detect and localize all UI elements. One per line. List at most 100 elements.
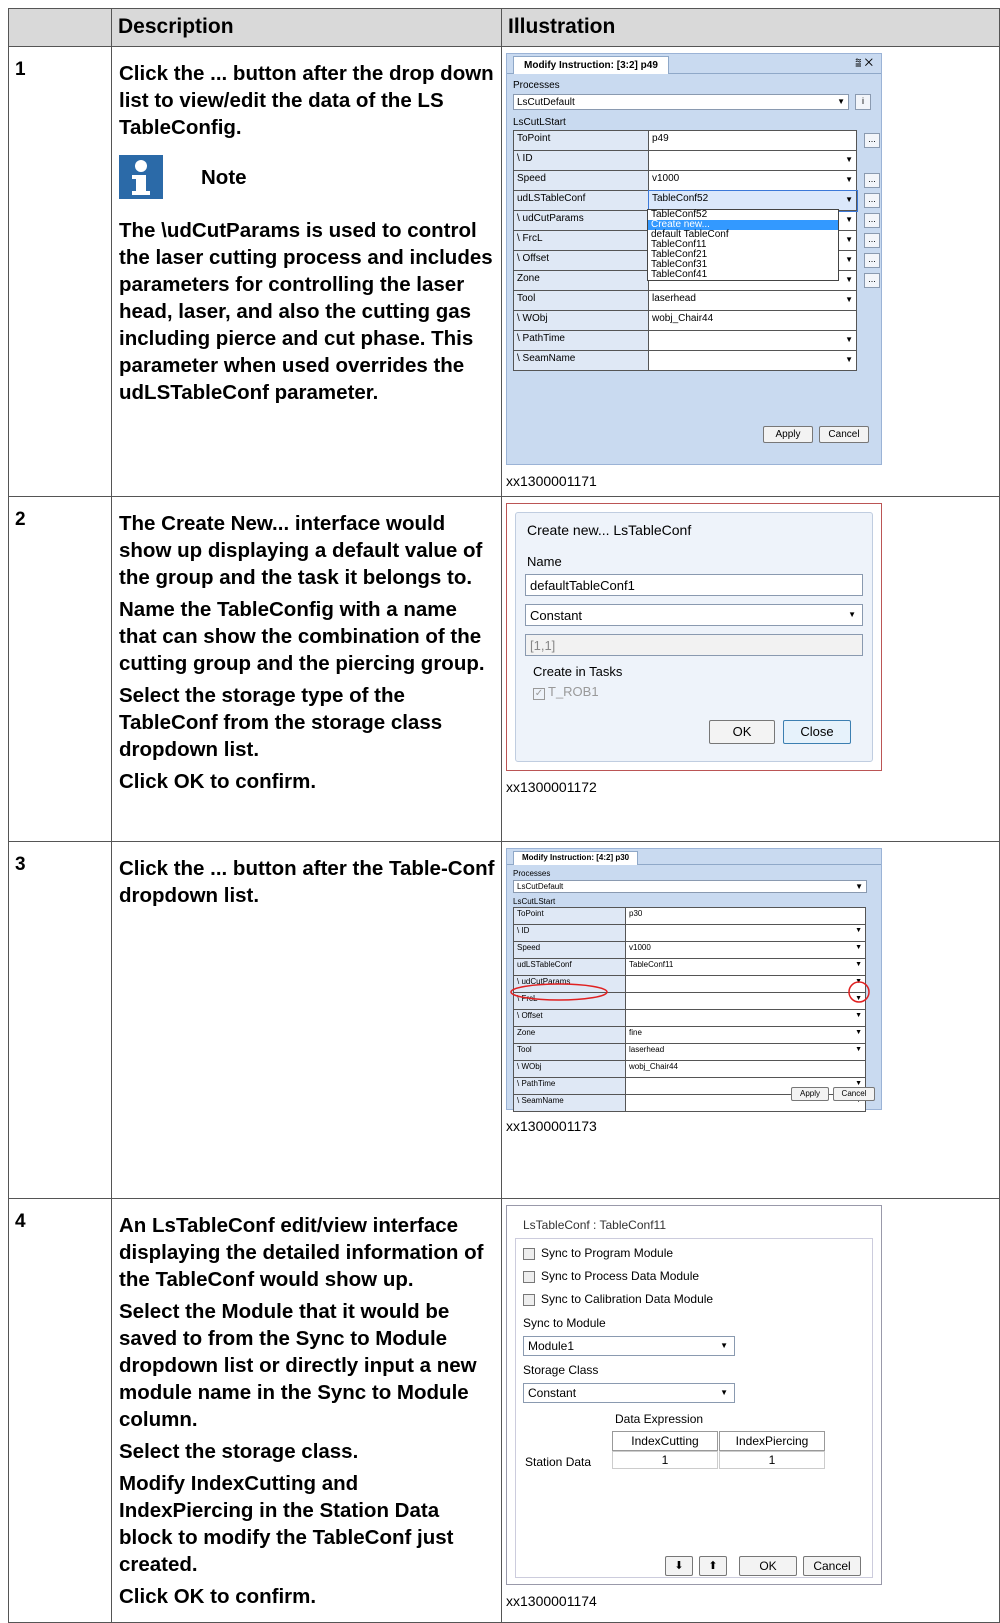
figure-caption: xx1300001173 <box>506 1118 597 1134</box>
note-label: Note <box>201 165 247 189</box>
param-value[interactable]: wobj_Chair44 <box>648 310 857 331</box>
close-button[interactable]: Close <box>783 720 851 744</box>
param-value[interactable]: ▼ <box>648 350 857 371</box>
name-input[interactable]: defaultTableConf1 <box>525 574 863 596</box>
param-value[interactable]: p49... <box>648 130 880 151</box>
paragraph: Select the storage class. <box>119 1440 359 1463</box>
sync-to-module-label: Sync to Module <box>523 1316 606 1330</box>
apply-button[interactable]: Apply <box>791 1087 829 1101</box>
index-piercing-value[interactable]: 1 <box>719 1451 825 1469</box>
create-in-tasks-label: Create in Tasks <box>533 664 623 679</box>
grid-row: \ SeamName▼ <box>513 350 857 371</box>
dialog-title: LsTableConf : TableConf11 <box>523 1218 666 1232</box>
section-label: LsCutLStart <box>513 117 566 128</box>
browse-button[interactable]: ... <box>864 193 880 208</box>
cancel-button[interactable]: Cancel <box>819 426 869 443</box>
grid-row: ToPoint p49... <box>513 130 880 151</box>
param-value[interactable]: v1000 ▼... <box>648 170 880 191</box>
grid-row: \ WObj wobj_Chair44 <box>513 310 857 331</box>
browse-button-highlight <box>848 981 870 1003</box>
steps-table: Description Illustration 1 Click the ...… <box>8 8 1000 1623</box>
paragraph: Click OK to confirm. <box>119 770 317 793</box>
storage-dropdown[interactable]: Constant ▼ <box>525 604 863 626</box>
param-value[interactable]: ▼ <box>648 150 857 171</box>
dropdown-option[interactable]: TableConf41 <box>648 270 838 280</box>
browse-button[interactable]: ... <box>864 173 880 188</box>
browse-button[interactable]: ... <box>864 273 880 288</box>
tableconf-dropdown-list[interactable]: TableConf52 Create new... default TableCon… <box>647 209 839 281</box>
paragraph: Modify IndexCutting and IndexPiercing in… <box>119 1472 454 1576</box>
step-description: An LsTableConf edit/view interface displ… <box>111 1198 502 1623</box>
grid-row: \ PathTime ▼ <box>513 330 857 351</box>
grid-row: Tool laserhead ▼ <box>513 290 857 311</box>
create-new-dialog-screenshot: Create new... LsTableConf Name defaultTa… <box>506 503 882 771</box>
storage-class-label: Storage Class <box>523 1363 599 1377</box>
paragraph: Select the Module that it would be saved… <box>119 1300 477 1431</box>
step-row-3: 3 Click the ... button after the Table-C… <box>8 841 1000 1199</box>
info-button[interactable]: i <box>855 94 871 110</box>
step-description: The Create New... interface would show u… <box>111 496 502 842</box>
ok-button[interactable]: OK <box>709 720 775 744</box>
step-description: Click the ... button after the Table-Con… <box>111 841 502 1199</box>
step-illustration: LsTableConf : TableConf11 Sync to Progra… <box>501 1198 1000 1623</box>
ok-button[interactable]: OK <box>739 1556 797 1576</box>
apply-button[interactable]: Apply <box>763 426 813 443</box>
step-row-2: 2 The Create New... interface would show… <box>8 496 1000 842</box>
process-dropdown[interactable]: LsCutDefault ▼ <box>513 94 849 110</box>
modify-instruction-screenshot: Modify Instruction: [4:2] p30 Processes … <box>506 848 882 1112</box>
pin-close-icon[interactable]: ⩰ ✕ <box>855 57 873 70</box>
paragraph: Name the TableConfig with a name that ca… <box>119 598 485 675</box>
tab-modify-instruction[interactable]: Modify Instruction: [3:2] p49 <box>513 56 669 74</box>
dialog-title: Create new... LsTableConf <box>527 522 692 538</box>
param-name: Speed <box>513 170 649 191</box>
header-description: Description <box>111 8 502 47</box>
cancel-button[interactable]: Cancel <box>803 1556 861 1576</box>
param-value[interactable]: ▼ <box>648 330 857 351</box>
param-name: \ udCutParams <box>513 210 649 231</box>
modify-instruction-screenshot: Modify Instruction: [3:2] p49 ⩰ ✕ Proces… <box>506 53 882 465</box>
param-name: udLSTableConf <box>513 190 649 211</box>
param-value[interactable]: laserhead ▼ <box>648 290 857 311</box>
data-expression-label: Data Expression <box>615 1412 704 1426</box>
sync-module-dropdown[interactable]: Module1 ▼ <box>523 1336 735 1356</box>
dimensions-field: [1,1] <box>525 634 863 656</box>
info-icon <box>119 155 163 199</box>
grid-row: Speed v1000 ▼... <box>513 170 880 191</box>
move-down-button[interactable]: ⬇ <box>665 1556 693 1576</box>
figure-caption: xx1300001174 <box>506 1593 597 1609</box>
sync-program-checkbox[interactable]: Sync to Program Module <box>523 1246 673 1260</box>
param-value[interactable]: TableConf52 ▼... <box>647 189 880 212</box>
param-name: Tool <box>513 290 649 311</box>
browse-button[interactable]: ... <box>864 233 880 248</box>
step-number: 4 <box>8 1198 112 1623</box>
station-data-label: Station Data <box>525 1455 592 1469</box>
tab-bar: Modify Instruction: [3:2] p49 ⩰ ✕ <box>507 54 881 74</box>
step-illustration: Create new... LsTableConf Name defaultTa… <box>501 496 1000 842</box>
step-number: 1 <box>8 46 112 497</box>
cancel-button[interactable]: Cancel <box>833 1087 875 1101</box>
index-cutting-value[interactable]: 1 <box>612 1451 718 1469</box>
browse-button[interactable]: ... <box>864 213 880 228</box>
move-up-button[interactable]: ⬆ <box>699 1556 727 1576</box>
index-cutting-header: IndexCutting <box>612 1431 718 1451</box>
browse-button[interactable]: ... <box>864 133 880 148</box>
sync-calibration-checkbox[interactable]: Sync to Calibration Data Module <box>523 1292 713 1306</box>
param-name: \ Offset <box>513 250 649 271</box>
param-name: \ PathTime <box>513 330 649 351</box>
param-name: \ FrcL <box>513 230 649 251</box>
grid-row: \ ID ▼ <box>513 150 857 171</box>
step-row-1: 1 Click the ... button after the drop do… <box>8 46 1000 497</box>
name-label: Name <box>527 554 562 569</box>
udlstableconf-highlight <box>510 983 608 1001</box>
browse-button[interactable]: ... <box>864 253 880 268</box>
header-number <box>8 8 112 47</box>
param-name: \ ID <box>513 150 649 171</box>
param-name: \ WObj <box>513 310 649 331</box>
figure-caption: xx1300001171 <box>506 473 597 489</box>
storage-class-dropdown[interactable]: Constant ▼ <box>523 1383 735 1403</box>
paragraph: Click the ... button after the drop down… <box>119 62 494 139</box>
sync-process-checkbox[interactable]: Sync to Process Data Module <box>523 1269 699 1283</box>
paragraph: Click OK to confirm. <box>119 1585 317 1608</box>
paragraph: An LsTableConf edit/view interface displ… <box>119 1214 484 1291</box>
task-checkbox[interactable]: ✓ T_ROB1 <box>533 684 599 700</box>
